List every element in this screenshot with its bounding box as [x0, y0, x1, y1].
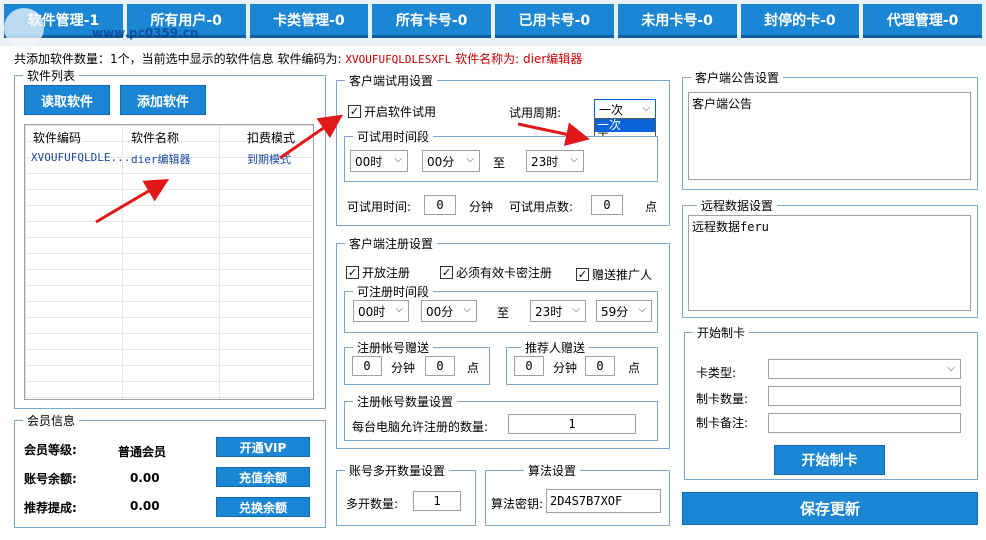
arrow-to-period-dropdown: [517, 122, 590, 147]
arrow-to-trial-checkbox: [279, 114, 343, 160]
annotation-arrows: [95, 114, 590, 224]
arrow-to-software-row: [95, 178, 170, 224]
